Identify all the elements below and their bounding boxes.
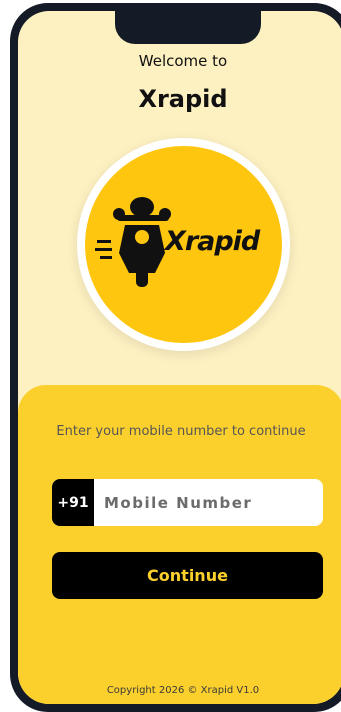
mobile-number-input[interactable] xyxy=(94,479,323,526)
mobile-input-group: +91 xyxy=(52,479,323,526)
copyright-text: Copyright 2026 © Xrapid V1.0 xyxy=(106,685,260,696)
phone-notch xyxy=(115,11,261,44)
app-logo: Xrapid xyxy=(77,138,290,351)
app-screen: Welcome to Xrapid Xrapid Enter your mobi… xyxy=(18,11,341,704)
login-prompt: Enter your mobile number to continue xyxy=(56,424,306,439)
country-code-badge[interactable]: +91 xyxy=(52,479,94,526)
app-title: Xrapid xyxy=(138,85,228,113)
welcome-text: Welcome to xyxy=(138,52,228,70)
login-panel: Enter your mobile number to continue +91… xyxy=(18,385,341,704)
continue-button[interactable]: Continue xyxy=(52,552,323,599)
logo-wordmark: Xrapid xyxy=(165,226,260,257)
phone-frame: Welcome to Xrapid Xrapid Enter your mobi… xyxy=(10,3,341,712)
